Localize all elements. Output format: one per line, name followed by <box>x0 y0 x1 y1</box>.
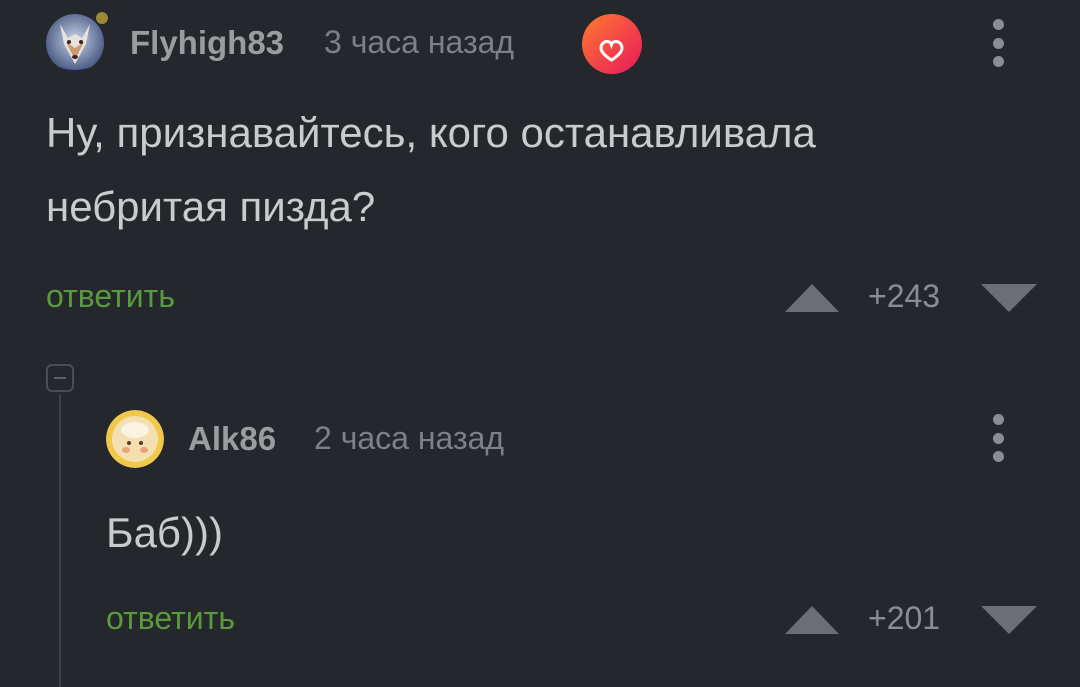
user-avatar[interactable] <box>46 14 104 72</box>
comment-body-line: небритая пизда? <box>46 183 376 230</box>
dot-icon <box>992 432 1004 444</box>
dot-icon <box>992 37 1004 49</box>
comment-timestamp[interactable]: 3 часа назад <box>324 24 514 61</box>
comment-body-line: Баб))) <box>106 509 223 556</box>
dot-icon <box>992 451 1004 462</box>
thread-line[interactable] <box>59 394 61 687</box>
fox-avatar-icon <box>46 14 104 72</box>
comment-body: Баб))) <box>106 496 223 570</box>
cartoon-avatar-icon <box>106 410 164 468</box>
collapse-thread-button[interactable] <box>46 364 74 392</box>
comment-score: +243 <box>868 278 941 314</box>
upvote-icon[interactable] <box>785 284 839 312</box>
reply-link[interactable]: ответить <box>106 600 235 637</box>
dot-icon <box>992 414 1004 425</box>
comment-body: Ну, признавайтесь, кого останавливала не… <box>46 96 816 244</box>
comment-body-line: Ну, признавайтесь, кого останавливала <box>46 109 816 156</box>
upvote-icon[interactable] <box>785 606 839 634</box>
comment-score: +201 <box>868 600 941 636</box>
reply-link[interactable]: ответить <box>46 278 175 315</box>
user-avatar[interactable] <box>106 410 164 468</box>
comments-page: Flyhigh83 3 часа назад Ну, признавайтесь… <box>0 0 1080 687</box>
downvote-icon[interactable] <box>981 606 1037 634</box>
comment-author[interactable]: Flyhigh83 <box>130 24 284 62</box>
comment-timestamp[interactable]: 2 часа назад <box>314 420 504 457</box>
dot-icon <box>992 56 1004 67</box>
heart-badge-icon[interactable] <box>582 14 642 74</box>
comment-menu-button[interactable] <box>991 19 1005 67</box>
dot-icon <box>992 19 1004 30</box>
online-status-dot <box>96 12 108 24</box>
comment-menu-button[interactable] <box>991 414 1005 462</box>
downvote-icon[interactable] <box>981 284 1037 312</box>
comment-author[interactable]: Alk86 <box>188 420 276 458</box>
